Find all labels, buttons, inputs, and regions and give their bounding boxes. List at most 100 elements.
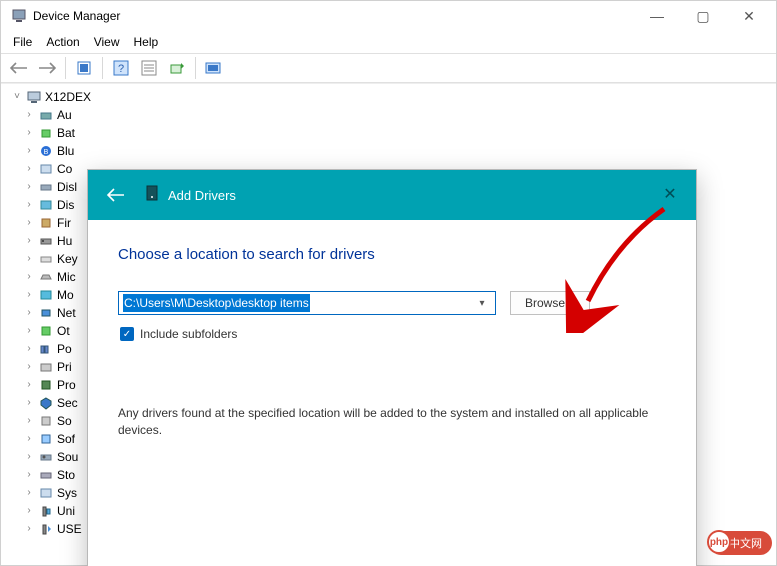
- expand-icon[interactable]: ›: [23, 322, 35, 340]
- tree-item-label: Pro: [57, 376, 76, 394]
- tree-root-label: X12DEX: [45, 88, 91, 106]
- tree-item[interactable]: › Bat: [23, 124, 772, 142]
- wizard-note: Any drivers found at the specified locat…: [118, 405, 666, 440]
- device-category-icon: [39, 324, 53, 338]
- window-title: Device Manager: [33, 9, 634, 23]
- watermark-brand: php: [707, 530, 731, 554]
- update-driver-button[interactable]: [165, 56, 189, 80]
- minimize-button[interactable]: —: [634, 1, 680, 31]
- expand-icon[interactable]: ›: [23, 448, 35, 466]
- tree-root-node[interactable]: ˅ X12DEX: [11, 88, 772, 106]
- tree-item-label: Ot: [57, 322, 70, 340]
- toolbar: ?: [1, 53, 776, 83]
- expand-icon[interactable]: ›: [23, 340, 35, 358]
- device-category-icon: [39, 414, 53, 428]
- menu-view[interactable]: View: [88, 33, 126, 51]
- device-category-icon: [39, 234, 53, 248]
- tree-item-label: Dis: [57, 196, 74, 214]
- include-subfolders-checkbox[interactable]: ✓: [120, 327, 134, 341]
- expand-icon[interactable]: ›: [23, 196, 35, 214]
- expand-icon[interactable]: ›: [23, 394, 35, 412]
- watermark-badge: php 中文网: [709, 531, 772, 555]
- collapse-icon[interactable]: ˅: [11, 88, 23, 106]
- expand-icon[interactable]: ›: [23, 214, 35, 232]
- tree-item-label: Hu: [57, 232, 72, 250]
- expand-icon[interactable]: ›: [23, 106, 35, 124]
- expand-icon[interactable]: ›: [23, 520, 35, 538]
- content-area: ˅ X12DEX ›Au›Bat›BBlu›Co›Disl›Dis›Fir›Hu…: [1, 83, 776, 565]
- expand-icon[interactable]: ›: [23, 250, 35, 268]
- menu-action[interactable]: Action: [40, 33, 85, 51]
- expand-icon[interactable]: ›: [23, 142, 35, 160]
- scan-hardware-button[interactable]: [202, 56, 226, 80]
- tree-item-label: Net: [57, 304, 76, 322]
- tree-item-label: Sto: [57, 466, 75, 484]
- tree-item-label: Key: [57, 250, 78, 268]
- expand-icon[interactable]: ›: [23, 430, 35, 448]
- nav-back-button[interactable]: [7, 56, 31, 80]
- device-manager-window: Device Manager — ▢ ✕ File Action View He…: [0, 0, 777, 566]
- expand-icon[interactable]: ›: [23, 484, 35, 502]
- device-category-icon: [39, 468, 53, 482]
- tree-item-label: Sys: [57, 484, 77, 502]
- help-button[interactable]: ?: [109, 56, 133, 80]
- tree-item-label: So: [57, 412, 72, 430]
- device-category-icon: [39, 486, 53, 500]
- device-category-icon: [39, 306, 53, 320]
- tree-item[interactable]: › Au: [23, 106, 772, 124]
- device-category-icon: [39, 432, 53, 446]
- svg-text:B: B: [44, 149, 49, 156]
- device-category-icon: [39, 270, 53, 284]
- show-hidden-button[interactable]: [72, 56, 96, 80]
- expand-icon[interactable]: ›: [23, 412, 35, 430]
- expand-icon[interactable]: ›: [23, 286, 35, 304]
- tree-item-label: Sof: [57, 430, 75, 448]
- tree-item-label: Fir: [57, 214, 71, 232]
- device-category-icon: [39, 126, 53, 140]
- tree-item-label: Au: [57, 106, 72, 124]
- expand-icon[interactable]: ›: [23, 304, 35, 322]
- tree-item-label: Mic: [57, 268, 76, 286]
- watermark-text: 中文网: [729, 535, 762, 551]
- menu-help[interactable]: Help: [128, 33, 165, 51]
- expand-icon[interactable]: ›: [23, 376, 35, 394]
- menubar: File Action View Help: [1, 31, 776, 53]
- expand-icon[interactable]: ›: [23, 358, 35, 376]
- device-category-icon: [39, 180, 53, 194]
- svg-text:?: ?: [118, 63, 124, 75]
- chevron-down-icon[interactable]: ▾: [473, 298, 491, 309]
- expand-icon[interactable]: ›: [23, 160, 35, 178]
- wizard-close-button[interactable]: ✕: [650, 176, 690, 212]
- device-category-icon: B: [39, 144, 53, 158]
- properties-button[interactable]: [137, 56, 161, 80]
- wizard-header: Add Drivers ✕: [88, 170, 696, 220]
- expand-icon[interactable]: ›: [23, 502, 35, 520]
- tree-item[interactable]: ›BBlu: [23, 142, 772, 160]
- driver-path-value: C:\Users\M\Desktop\desktop items: [123, 294, 310, 312]
- driver-path-combobox[interactable]: C:\Users\M\Desktop\desktop items ▾: [118, 291, 496, 315]
- wizard-back-button[interactable]: [102, 181, 130, 209]
- close-button[interactable]: ✕: [726, 1, 772, 31]
- tree-item-label: Bat: [57, 124, 75, 142]
- maximize-button[interactable]: ▢: [680, 1, 726, 31]
- nav-forward-button[interactable]: [35, 56, 59, 80]
- expand-icon[interactable]: ›: [23, 466, 35, 484]
- device-category-icon: [39, 378, 53, 392]
- expand-icon[interactable]: ›: [23, 232, 35, 250]
- device-category-icon: [39, 450, 53, 464]
- browse-button[interactable]: Browse...: [510, 291, 590, 315]
- device-category-icon: [39, 252, 53, 266]
- include-subfolders-label: Include subfolders: [140, 327, 237, 341]
- expand-icon[interactable]: ›: [23, 178, 35, 196]
- tree-item-label: Pri: [57, 358, 72, 376]
- tree-item-label: Sec: [57, 394, 78, 412]
- expand-icon[interactable]: ›: [23, 124, 35, 142]
- driver-disk-icon: [144, 185, 160, 206]
- wizard-title: Add Drivers: [168, 188, 236, 203]
- wizard-heading: Choose a location to search for drivers: [118, 246, 666, 263]
- device-category-icon: [39, 288, 53, 302]
- tree-item-label: Sou: [57, 448, 78, 466]
- device-category-icon: [39, 108, 53, 122]
- expand-icon[interactable]: ›: [23, 268, 35, 286]
- menu-file[interactable]: File: [7, 33, 38, 51]
